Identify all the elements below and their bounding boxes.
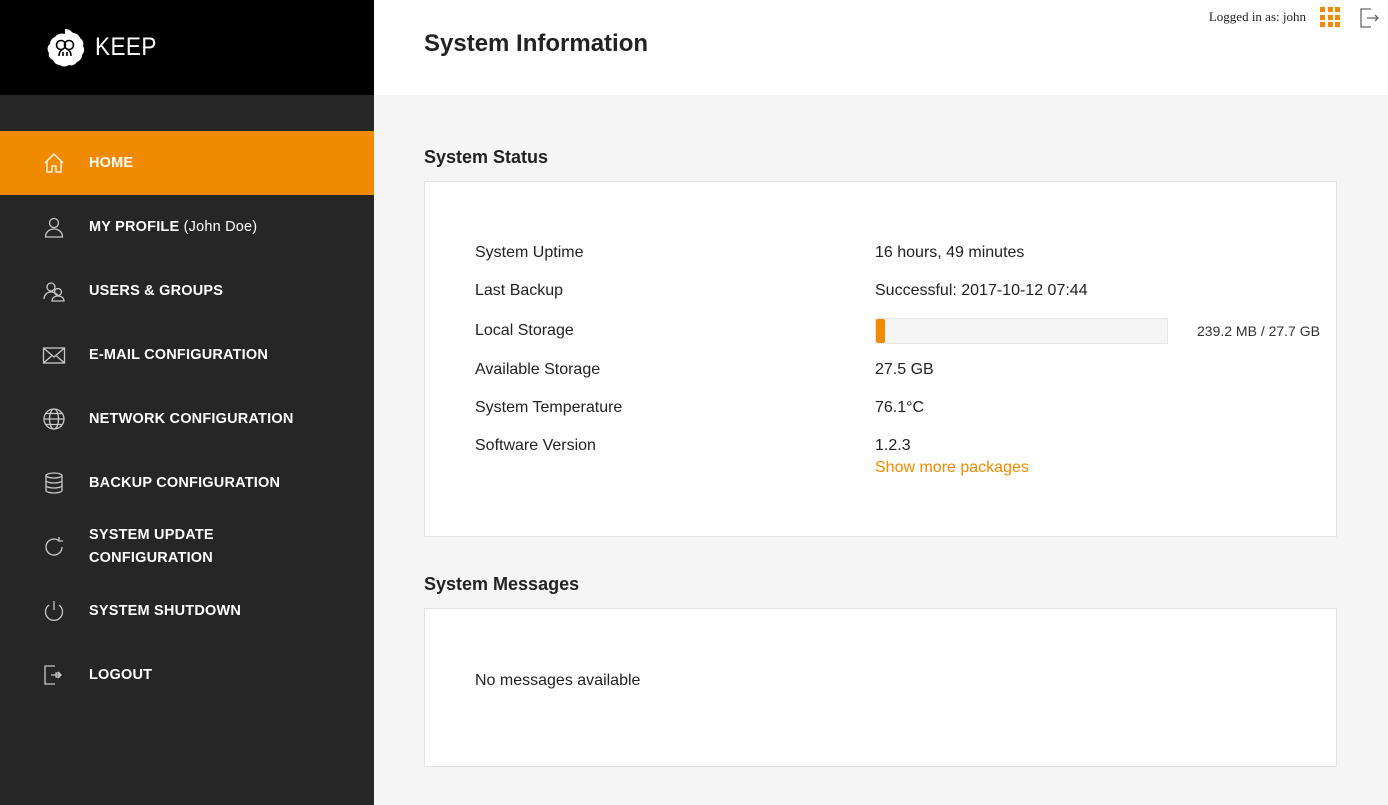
system-status-card: System Uptime 16 hours, 49 minutes Last … <box>424 181 1337 537</box>
temperature-label: System Temperature <box>475 399 623 416</box>
sidebar-item-backup-configuration[interactable]: BACKUP CONFIGURATION <box>0 451 374 515</box>
sidebar-item-label: SYSTEM SHUTDOWN <box>89 602 242 619</box>
apps-grid-icon[interactable] <box>1320 7 1340 27</box>
system-status-title: System Status <box>424 147 549 167</box>
sidebar-item-email-configuration[interactable]: E-MAIL CONFIGURATION <box>0 323 374 387</box>
storage-usage-text: 239.2 MB / 27.7 GB <box>1197 322 1320 339</box>
backup-value: Successful: 2017-10-12 07:44 <box>875 282 1088 299</box>
sidebar-item-label: SYSTEM UPDATE CONFIGURATION <box>89 527 214 566</box>
system-messages-card: No messages available <box>424 608 1337 767</box>
globe-icon <box>41 406 67 432</box>
version-label: Software Version <box>475 437 596 454</box>
sidebar-item-label: BACKUP CONFIGURATION <box>89 474 281 491</box>
database-icon <box>41 470 67 496</box>
sidebar-item-label: NETWORK CONFIGURATION <box>89 410 294 427</box>
storage-row: Local Storage 239.2 MB / 27.7 GB <box>475 310 1336 351</box>
sidebar-item-label: LOGOUT <box>89 666 153 683</box>
refresh-icon <box>41 534 67 560</box>
temperature-value: 76.1°C <box>875 399 925 416</box>
power-icon <box>41 598 67 624</box>
sidebar-item-label: E-MAIL CONFIGURATION <box>89 346 269 363</box>
logout-icon[interactable] <box>1358 6 1382 30</box>
backup-label: Last Backup <box>475 282 564 299</box>
users-icon <box>41 278 67 304</box>
uptime-value: 16 hours, 49 minutes <box>875 244 1025 261</box>
profile-name: (John Doe) <box>179 218 258 235</box>
temperature-row: System Temperature 76.1°C <box>475 389 1336 427</box>
sidebar-item-my-profile[interactable]: MY PROFILE (John Doe) <box>0 195 374 259</box>
sidebar-item-system-update[interactable]: SYSTEM UPDATE CONFIGURATION <box>0 515 374 579</box>
main-content: System Status System Uptime 16 hours, 49… <box>424 95 1337 767</box>
sidebar-item-label: MY PROFILE (John Doe) <box>89 218 258 235</box>
sidebar-item-logout[interactable]: LOGOUT <box>0 643 374 707</box>
sidebar: KEEP HOME MY PROFILE (John Doe) USERS & … <box>0 0 374 805</box>
show-more-packages-link[interactable]: Show more packages <box>875 459 1336 477</box>
sidebar-item-system-shutdown[interactable]: SYSTEM SHUTDOWN <box>0 579 374 643</box>
system-messages-title: System Messages <box>424 574 580 594</box>
mail-icon <box>41 342 67 368</box>
keep-logo-icon <box>47 28 85 66</box>
uptime-row: System Uptime 16 hours, 49 minutes <box>475 234 1336 272</box>
sidebar-item-label: USERS & GROUPS <box>89 282 224 299</box>
available-storage-row: Available Storage 27.5 GB <box>475 351 1336 389</box>
storage-label: Local Storage <box>475 321 574 339</box>
brand-name: KEEP <box>95 33 157 61</box>
page-title: System Information <box>424 30 649 57</box>
sidebar-item-users-groups[interactable]: USERS & GROUPS <box>0 259 374 323</box>
version-value: 1.2.3 <box>875 437 911 454</box>
sidebar-item-home[interactable]: HOME <box>0 131 374 195</box>
no-messages-text: No messages available <box>475 672 641 689</box>
brand-logo[interactable]: KEEP <box>0 0 374 95</box>
storage-progress-fill <box>876 318 885 343</box>
storage-value: 239.2 MB / 27.7 GB <box>875 317 1336 344</box>
backup-row: Last Backup Successful: 2017-10-12 07:44 <box>475 272 1336 310</box>
sidebar-item-label: HOME <box>89 154 134 171</box>
sidebar-nav: HOME MY PROFILE (John Doe) USERS & GROUP… <box>0 131 374 707</box>
storage-progress-bar <box>875 317 1168 344</box>
home-icon <box>41 150 67 176</box>
user-icon <box>41 214 67 240</box>
sidebar-item-network-configuration[interactable]: NETWORK CONFIGURATION <box>0 387 374 451</box>
logout-icon <box>41 662 67 688</box>
available-storage-label: Available Storage <box>475 361 601 378</box>
logged-in-user: Logged in as: john <box>1208 9 1306 24</box>
uptime-label: System Uptime <box>475 244 584 261</box>
top-header: System Information Logged in as: john <box>374 0 1388 95</box>
available-storage-value: 27.5 GB <box>875 361 934 378</box>
